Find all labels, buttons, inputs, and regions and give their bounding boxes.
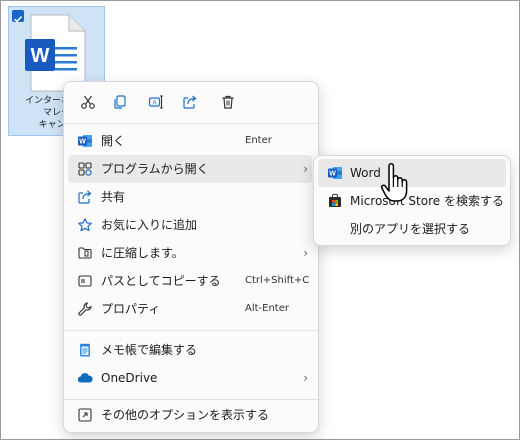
menu-item-shortcut: Enter: [245, 135, 272, 146]
svg-text:W: W: [79, 139, 86, 146]
cut-icon: [81, 95, 95, 109]
menu-item-label: プログラムから開く: [101, 162, 209, 176]
menu-item-label: メモ帳で編集する: [101, 343, 198, 357]
chevron-right-icon: ›: [303, 162, 308, 176]
copy-path-icon: [77, 273, 93, 289]
menu-item-open[interactable]: W 開く Enter: [68, 127, 312, 155]
share-button[interactable]: [178, 91, 202, 113]
menu-item-add-favorite[interactable]: お気に入りに追加: [68, 211, 312, 239]
menu-item-label: お気に入りに追加: [101, 218, 198, 232]
hand-cursor-icon: [380, 163, 408, 202]
more-options-icon: [77, 407, 93, 423]
submenu-item-label: Word: [350, 166, 381, 180]
menu-item-label: その他のオプションを表示する: [101, 408, 270, 422]
menu-item-compress[interactable]: に圧縮します。 ›: [68, 239, 312, 267]
chevron-right-icon: ›: [303, 371, 308, 385]
menu-item-more-options[interactable]: その他のオプションを表示する: [68, 401, 312, 429]
menu-item-label: OneDrive: [101, 371, 158, 385]
rename-button[interactable]: A: [144, 91, 168, 113]
divider: [64, 123, 318, 124]
notepad-icon: [77, 342, 93, 358]
divider: [64, 330, 318, 331]
submenu-item-label: Microsoft Store を検索する: [350, 194, 504, 208]
delete-button[interactable]: [216, 91, 240, 113]
chevron-right-icon: ›: [303, 246, 308, 260]
share-icon: [77, 189, 93, 205]
menu-item-shortcut: Alt-Enter: [245, 303, 289, 314]
submenu-item-choose-app[interactable]: 別のアプリを選択する: [318, 215, 506, 243]
wrench-icon: [77, 301, 93, 317]
menu-item-open-with[interactable]: プログラムから開く ›: [68, 155, 312, 183]
trash-icon: [222, 95, 234, 109]
svg-text:W: W: [31, 45, 50, 67]
divider: [64, 399, 318, 400]
open-with-icon: [77, 161, 93, 177]
store-icon: [327, 193, 343, 209]
menu-item-label: パスとしてコピーする: [101, 274, 221, 288]
svg-text:A: A: [152, 101, 156, 107]
menu-item-label: 開く: [101, 134, 126, 148]
copy-button[interactable]: [108, 91, 132, 113]
word-icon: W: [327, 165, 343, 181]
rename-icon: A: [148, 95, 163, 109]
quick-actions-bar: A: [64, 82, 318, 122]
menu-item-label: 共有: [101, 190, 126, 204]
menu-item-share[interactable]: 共有: [68, 183, 312, 211]
context-menu: A W 開く Enter プログラムから開く › 共有 お気に入りに追加 に圧縮…: [63, 81, 319, 433]
menu-item-edit-notepad[interactable]: メモ帳で編集する: [68, 336, 312, 364]
menu-item-label: に圧縮します。: [101, 246, 184, 260]
share-icon: [183, 95, 197, 109]
word-icon: W: [77, 133, 93, 149]
compress-icon: [77, 245, 93, 261]
submenu-item-label: 別のアプリを選択する: [350, 222, 471, 236]
menu-item-properties[interactable]: プロパティ Alt-Enter: [68, 295, 312, 323]
screenshot-frame: W インターネット マレク キャンプ A W 開く Enter プログラムから開…: [0, 0, 520, 440]
menu-item-label: プロパティ: [101, 302, 161, 316]
menu-item-copy-as-path[interactable]: パスとしてコピーする Ctrl+Shift+C: [68, 267, 312, 295]
cloud-icon: [77, 370, 93, 386]
svg-text:W: W: [329, 171, 336, 178]
menu-item-onedrive[interactable]: OneDrive ›: [68, 364, 312, 392]
menu-item-shortcut: Ctrl+Shift+C: [245, 275, 310, 286]
copy-icon: [114, 95, 126, 109]
cut-button[interactable]: [76, 91, 100, 113]
star-icon: [77, 217, 93, 233]
